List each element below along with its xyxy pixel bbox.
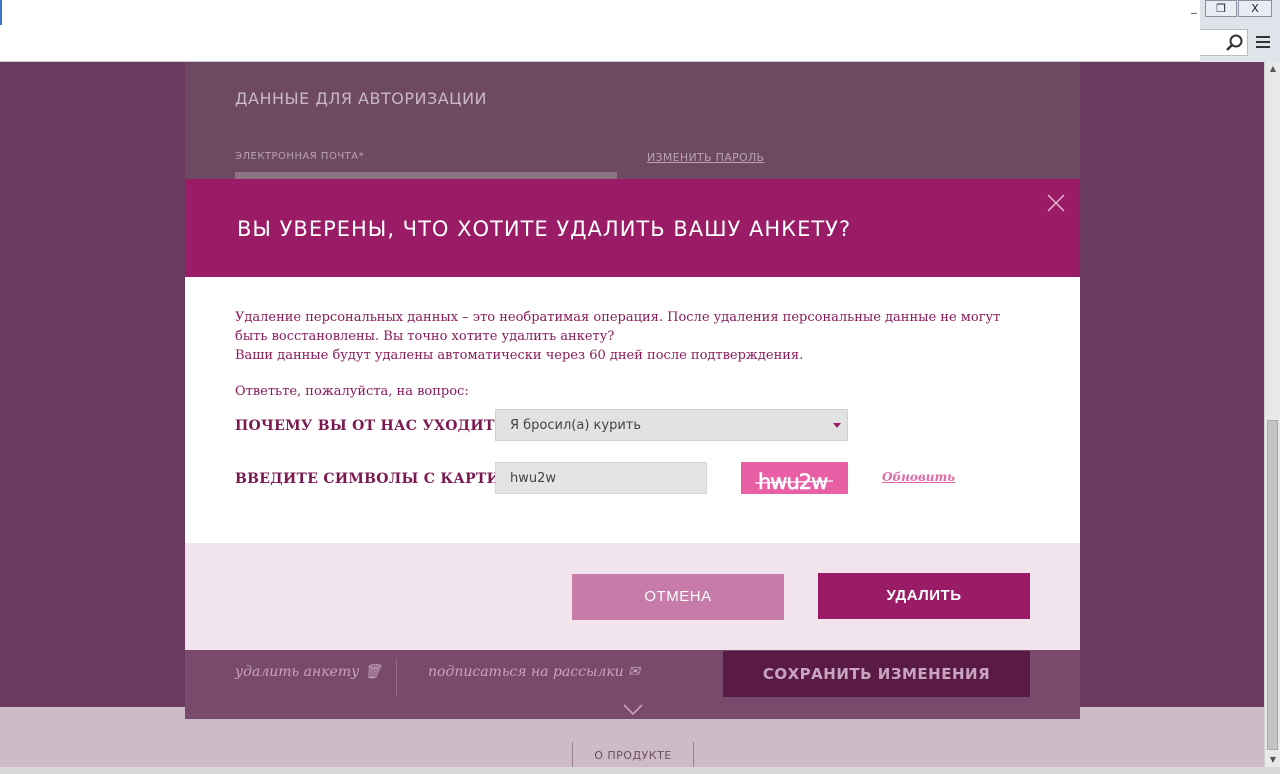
- envelope-icon: ✉: [628, 664, 640, 680]
- save-changes-button[interactable]: СОХРАНИТЬ ИЗМЕНЕНИЯ: [723, 651, 1030, 697]
- refresh-captcha-link[interactable]: Обновить: [882, 470, 955, 484]
- subscribe-link[interactable]: подписаться на рассылки ✉: [428, 664, 640, 680]
- minimize-button[interactable]: _: [1186, 0, 1202, 17]
- chevron-down-icon[interactable]: [622, 701, 644, 717]
- browser-toolbar: [0, 0, 1200, 62]
- dialog-message-line1: Удаление персональных данных – это необр…: [235, 310, 1001, 344]
- cancel-button[interactable]: ОТМЕНА: [572, 574, 784, 620]
- footer-link-about[interactable]: О ПРОДУКТЕ: [572, 742, 694, 768]
- subscribe-label: подписаться на рассылки: [428, 664, 624, 680]
- delete-profile-label: удалить анкету: [235, 664, 360, 680]
- delete-profile-link[interactable]: удалить анкету 🗑: [235, 664, 381, 680]
- close-window-button[interactable]: X: [1238, 0, 1272, 17]
- change-password-link[interactable]: ИЗМЕНИТЬ ПАРОЛЬ: [647, 151, 764, 164]
- dialog-message-line2: Ваши данные будут удалены автоматически …: [235, 348, 804, 363]
- captcha-image: hwu2w: [741, 462, 848, 494]
- reason-selected-value: Я бросил(а) курить: [510, 418, 642, 433]
- scroll-down-icon[interactable]: ▼: [1265, 753, 1280, 767]
- scroll-up-icon[interactable]: ▲: [1265, 62, 1280, 76]
- search-icon[interactable]: [1224, 33, 1244, 53]
- dialog-title: ВЫ УВЕРЕНЫ, ЧТО ХОТИТЕ УДАЛИТЬ ВАШУ АНКЕ…: [237, 217, 852, 241]
- chevron-down-icon: [833, 423, 841, 428]
- restore-button[interactable]: ❐: [1205, 0, 1237, 17]
- dialog-footer: ОТМЕНА УДАЛИТЬ: [185, 543, 1080, 650]
- divider: [396, 659, 397, 695]
- email-label: ЭЛЕКТРОННАЯ ПОЧТА*: [235, 151, 365, 162]
- delete-confirm-dialog: ВЫ УВЕРЕНЫ, ЧТО ХОТИТЕ УДАЛИТЬ ВАШУ АНКЕ…: [185, 179, 1080, 650]
- delete-button[interactable]: УДАЛИТЬ: [818, 573, 1030, 619]
- reason-label: ПОЧЕМУ ВЫ ОТ НАС УХОДИТЕ?: [235, 418, 515, 434]
- trash-icon: 🗑: [363, 664, 382, 680]
- scrollbar[interactable]: ▲ ▼: [1264, 62, 1280, 767]
- menu-icon[interactable]: [1254, 34, 1272, 50]
- scroll-thumb[interactable]: [1267, 420, 1278, 750]
- dialog-message: Удаление персональных данных – это необр…: [235, 308, 1035, 365]
- close-icon[interactable]: [1046, 193, 1066, 213]
- captcha-input[interactable]: [495, 462, 707, 494]
- auth-heading: ДАННЫЕ ДЛЯ АВТОРИЗАЦИИ: [235, 89, 488, 108]
- dialog-header: ВЫ УВЕРЕНЫ, ЧТО ХОТИТЕ УДАЛИТЬ ВАШУ АНКЕ…: [185, 179, 1080, 277]
- question-prompt: Ответьте, пожалуйста, на вопрос:: [235, 384, 469, 399]
- reason-select[interactable]: Я бросил(а) курить: [495, 409, 848, 441]
- status-bar: [0, 767, 1280, 774]
